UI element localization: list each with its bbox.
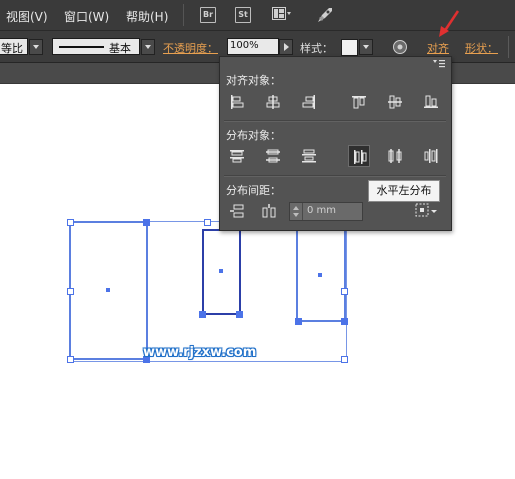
selection-handle[interactable]	[67, 356, 74, 363]
spacing-value: 0 mm	[307, 205, 337, 216]
selection-handle[interactable]	[341, 288, 348, 295]
spacing-stepper[interactable]	[290, 203, 303, 220]
vertical-distribute-top-button[interactable]	[226, 145, 248, 167]
opacity-value: 100%	[230, 40, 259, 51]
vertical-distribute-space-button[interactable]	[226, 200, 248, 222]
brush-definition-field[interactable]: 基本	[52, 38, 140, 55]
panel-divider	[224, 175, 446, 177]
shape-label[interactable]: 形状：	[465, 40, 498, 56]
align-to-selection-icon	[415, 203, 437, 217]
distribute-objects-title: 分布对象：	[226, 129, 281, 142]
vertical-align-top-icon	[352, 96, 366, 109]
horizontal-align-right-icon	[302, 95, 315, 109]
vertical-distribute-space-icon	[230, 204, 244, 218]
selection-handle[interactable]	[67, 288, 74, 295]
stroke-value: 基本	[109, 42, 131, 55]
panel-menu-icon[interactable]	[432, 59, 446, 69]
workspace-layout-icon[interactable]	[272, 6, 292, 22]
style-label: 样式：	[300, 42, 333, 55]
selection-handle[interactable]	[341, 318, 348, 325]
profile-value: 等比	[1, 42, 23, 55]
selection-handle[interactable]	[204, 219, 211, 226]
horizontal-distribute-left-icon	[354, 150, 367, 164]
vertical-align-bottom-button[interactable]	[420, 91, 442, 113]
control-separator	[508, 36, 509, 58]
vertical-align-center-button[interactable]	[384, 91, 406, 113]
horizontal-distribute-space-icon	[262, 204, 276, 218]
selection-handle[interactable]	[67, 219, 74, 226]
selection-handle[interactable]	[199, 311, 206, 318]
align-objects-title: 对齐对象：	[226, 74, 281, 87]
horizontal-distribute-left-button[interactable]	[348, 145, 370, 167]
center-point	[106, 288, 110, 292]
menu-window[interactable]: 窗口(W)	[64, 8, 109, 25]
menu-view[interactable]: 视图(V)	[6, 8, 48, 25]
horizontal-align-center-button[interactable]	[262, 91, 284, 113]
horizontal-align-left-button[interactable]	[226, 91, 248, 113]
center-point	[318, 273, 322, 277]
gpu-performance-rocket-icon[interactable]	[315, 5, 335, 25]
horizontal-align-right-button[interactable]	[298, 91, 320, 113]
vertical-distribute-center-icon	[266, 149, 280, 163]
distribute-spacing-title: 分布间距：	[226, 184, 281, 197]
vertical-align-bottom-icon	[424, 95, 438, 108]
vertical-distribute-center-button[interactable]	[262, 145, 284, 167]
horizontal-align-center-icon	[266, 95, 280, 109]
selection-handle[interactable]	[341, 356, 348, 363]
selection-handle[interactable]	[295, 318, 302, 325]
bridge-app-icon[interactable]: Br	[200, 7, 216, 23]
annotation-arrow-icon	[439, 10, 460, 37]
vertical-align-center-icon	[388, 95, 402, 109]
variable-width-profile-field[interactable]: 等比	[0, 38, 28, 55]
horizontal-align-left-icon	[231, 95, 244, 109]
profile-dropdown-arrow[interactable]	[29, 39, 43, 55]
brush-dropdown-arrow[interactable]	[141, 39, 155, 55]
horizontal-distribute-center-button[interactable]	[384, 145, 406, 167]
graphic-style-swatch[interactable]	[341, 39, 358, 56]
center-point	[219, 269, 223, 273]
stock-app-icon[interactable]: St	[235, 7, 251, 23]
panel-divider	[224, 120, 446, 122]
align-label[interactable]: 对齐	[427, 40, 449, 56]
align-to-selection-dropdown[interactable]	[414, 202, 440, 220]
tooltip: 水平左分布	[368, 180, 440, 202]
spacing-input[interactable]: 0 mm	[289, 202, 363, 221]
menu-separator	[183, 4, 184, 26]
watermark-text: www.rjzxw.com	[143, 345, 257, 360]
vertical-distribute-bottom-icon	[302, 149, 316, 163]
opacity-slider-button[interactable]	[279, 39, 293, 55]
vertical-align-top-button[interactable]	[348, 91, 370, 113]
opacity-label[interactable]: 不透明度：	[163, 40, 218, 56]
opacity-input[interactable]: 100%	[227, 38, 279, 55]
horizontal-distribute-center-icon	[388, 149, 402, 163]
recolor-artwork-icon[interactable]	[392, 39, 408, 55]
stroke-line-preview	[59, 46, 104, 48]
horizontal-distribute-right-icon	[424, 149, 438, 163]
vertical-distribute-bottom-button[interactable]	[298, 145, 320, 167]
horizontal-distribute-right-button[interactable]	[420, 145, 442, 167]
align-panel: 对齐对象： 分布对象： 分布间距： 0 mm	[219, 56, 452, 231]
menu-help[interactable]: 帮助(H)	[126, 8, 168, 25]
style-dropdown-arrow[interactable]	[359, 39, 373, 55]
selection-handle[interactable]	[143, 219, 150, 226]
vertical-distribute-top-icon	[230, 150, 244, 163]
horizontal-distribute-space-button[interactable]	[258, 200, 280, 222]
selection-handle[interactable]	[236, 311, 243, 318]
